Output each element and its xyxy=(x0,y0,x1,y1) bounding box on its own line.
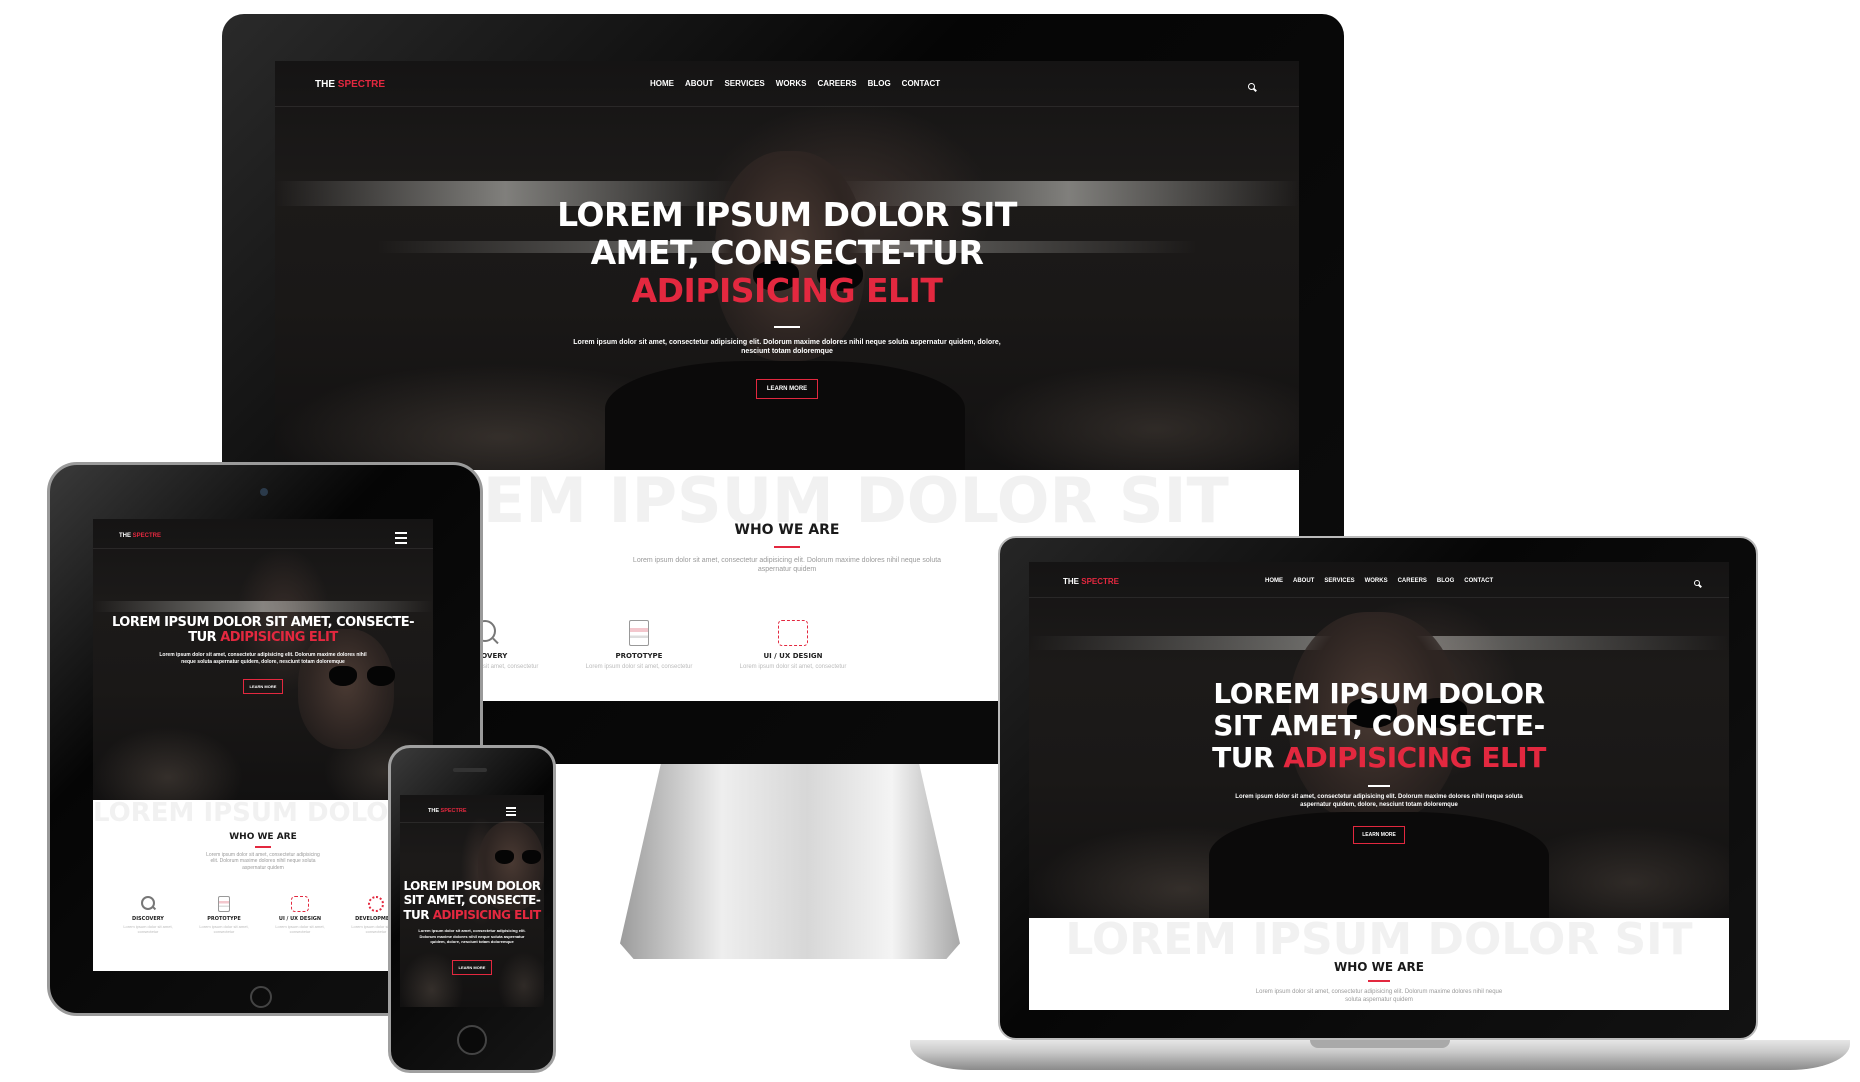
site-logo[interactable]: THE SPECTRE xyxy=(428,808,467,814)
site-logo[interactable]: THE SPECTRE xyxy=(315,79,385,90)
nav-services[interactable]: SERVICES xyxy=(1324,578,1354,584)
tools-icon xyxy=(291,896,309,912)
feature-ui-ux-design: UI / UX DESIGN Lorem ipsum dolor sit ame… xyxy=(731,620,855,670)
document-icon xyxy=(629,620,649,646)
nav-careers[interactable]: CAREERS xyxy=(1398,578,1427,584)
phone-home-button[interactable] xyxy=(457,1025,487,1055)
tablet-screen: THE SPECTRE LOREM IPSUM DOLOR SIT AMET, … xyxy=(93,519,433,971)
phone-speaker xyxy=(453,768,487,772)
feature-prototype: PROTOTYPE Lorem ipsum dolor sit amet, co… xyxy=(577,620,701,670)
learn-more-button[interactable]: LEARN MORE xyxy=(755,378,819,399)
who-description: Lorem ipsum dolor sit amet, consectetur … xyxy=(632,557,942,574)
nav-blog[interactable]: BLOG xyxy=(868,79,891,88)
hamburger-menu-icon[interactable] xyxy=(506,807,516,819)
tablet-home-button[interactable] xyxy=(250,986,272,1008)
features-row: DISCOVERY Lorem ipsum dolor sit amet, co… xyxy=(423,620,855,670)
nav-works[interactable]: WORKS xyxy=(1365,578,1388,584)
hero-title-accent: ADIPISICING ELIT xyxy=(631,270,943,310)
laptop-opening-notch xyxy=(1310,1040,1450,1048)
site-logo[interactable]: THE SPECTRE xyxy=(1063,577,1119,586)
magnifier-icon xyxy=(141,896,155,910)
nav-about[interactable]: ABOUT xyxy=(685,79,713,88)
hero-description: Lorem ipsum dolor sit amet, consectetur … xyxy=(573,338,1001,356)
nav-home[interactable]: HOME xyxy=(650,79,674,88)
who-divider xyxy=(774,546,800,548)
learn-more-button[interactable]: LEARN MORE xyxy=(1353,825,1405,844)
search-icon[interactable] xyxy=(1248,83,1255,90)
tools-icon xyxy=(778,620,808,646)
tablet-camera xyxy=(260,488,268,496)
nav-contact[interactable]: CONTACT xyxy=(1464,578,1493,584)
laptop-screen: THE SPECTRE HOME ABOUT SERVICES WORKS CA… xyxy=(1029,562,1729,1010)
document-icon xyxy=(218,896,230,912)
nav-careers[interactable]: CAREERS xyxy=(817,79,856,88)
nav-services[interactable]: SERVICES xyxy=(724,79,764,88)
hero-title-line2: AMET, CONSECTE-TUR xyxy=(590,232,984,272)
nav-about[interactable]: ABOUT xyxy=(1293,578,1314,584)
tablet-hero: THE SPECTRE LOREM IPSUM DOLOR SIT AMET, … xyxy=(93,519,433,800)
search-icon[interactable] xyxy=(1694,580,1700,586)
nav-works[interactable]: WORKS xyxy=(776,79,807,88)
main-menu: HOME ABOUT SERVICES WORKS CAREERS BLOG C… xyxy=(650,79,940,88)
hamburger-menu-icon[interactable] xyxy=(395,532,407,547)
learn-more-button[interactable]: LEARN MORE xyxy=(242,679,284,695)
nav-blog[interactable]: BLOG xyxy=(1437,578,1454,584)
hero-title-line1: LOREM IPSUM DOLOR SIT xyxy=(557,195,1017,234)
phone-screen: THE SPECTRE LOREM IPSUM DOLOR SIT AMET, … xyxy=(400,795,544,1007)
imac-stand xyxy=(620,764,960,959)
nav-home[interactable]: HOME xyxy=(1265,578,1283,584)
nav-contact[interactable]: CONTACT xyxy=(902,79,941,88)
top-navigation: THE SPECTRE HOME ABOUT SERVICES WORKS CA… xyxy=(275,61,1299,107)
sunglasses xyxy=(495,850,541,864)
site-logo[interactable]: THE SPECTRE xyxy=(119,533,161,539)
learn-more-button[interactable]: LEARN MORE xyxy=(451,960,493,976)
gear-icon xyxy=(368,896,384,912)
hero-section: THE SPECTRE HOME ABOUT SERVICES WORKS CA… xyxy=(275,61,1299,481)
hero-divider xyxy=(774,325,800,328)
